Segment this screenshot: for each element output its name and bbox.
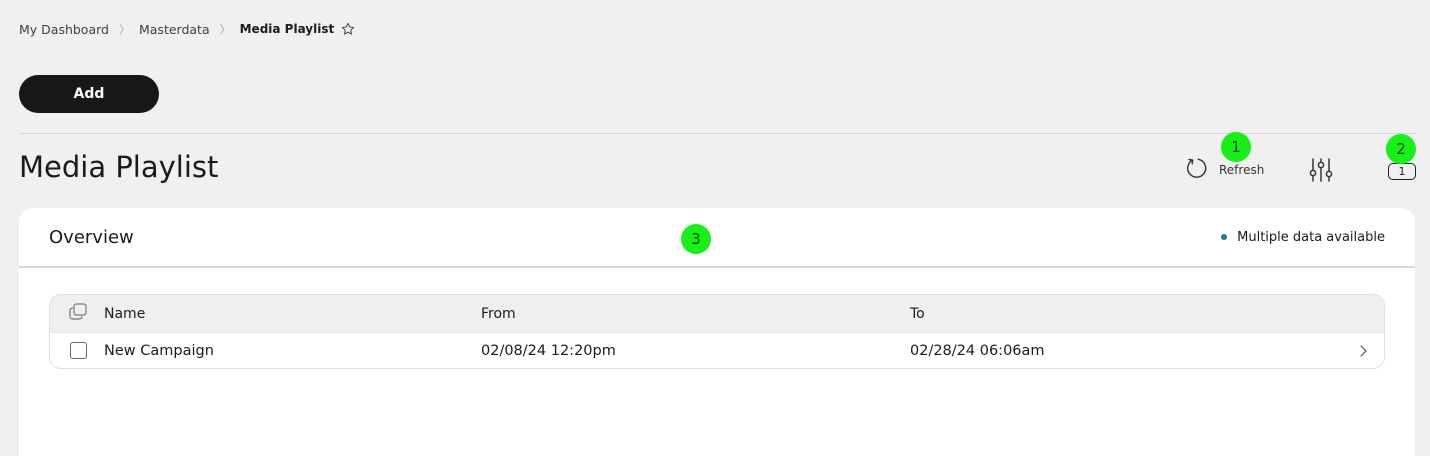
data-table: Name From To New Campaign 02/08/24 12:20… — [49, 294, 1385, 369]
refresh-icon — [1184, 156, 1208, 184]
cell-to: 02/28/24 06:06am — [910, 342, 1045, 359]
breadcrumb: My Dashboard 〉 Masterdata 〉 Media Playli… — [19, 20, 356, 38]
row-checkbox-cell — [50, 342, 104, 359]
count-badge[interactable]: 1 — [1388, 163, 1416, 180]
star-icon[interactable] — [340, 21, 356, 37]
overview-panel: Overview Multiple data available Name Fr… — [19, 208, 1415, 456]
cell-name: New Campaign — [104, 342, 214, 359]
divider — [19, 133, 1415, 134]
status-dot — [1221, 234, 1228, 240]
select-all-toggle[interactable] — [50, 302, 104, 325]
breadcrumb-masterdata[interactable]: Masterdata — [139, 22, 210, 37]
column-header-to[interactable]: To — [910, 306, 1384, 322]
breadcrumb-my-dashboard[interactable]: My Dashboard — [19, 22, 109, 37]
panel-header: Overview Multiple data available — [19, 208, 1415, 268]
breadcrumb-separator: 〉 — [118, 23, 130, 36]
table-row[interactable]: New Campaign 02/08/24 12:20pm 02/28/24 0… — [50, 332, 1384, 368]
add-button[interactable]: Add — [19, 75, 159, 113]
sliders-icon[interactable] — [1308, 157, 1334, 183]
annotation-marker-2: 2 — [1386, 134, 1416, 164]
page-title: Media Playlist — [19, 150, 219, 184]
table-header: Name From To — [50, 295, 1384, 332]
column-header-from[interactable]: From — [481, 306, 910, 322]
chevron-right-icon[interactable] — [1358, 344, 1368, 362]
breadcrumb-current: Media Playlist — [239, 22, 335, 36]
copy-icon — [68, 302, 88, 325]
cell-from: 02/08/24 12:20pm — [481, 342, 616, 359]
refresh-button[interactable]: Refresh — [1184, 158, 1264, 182]
panel-title: Overview — [49, 226, 134, 248]
status-text: Multiple data available — [1237, 229, 1385, 245]
breadcrumb-separator: 〉 — [219, 23, 231, 36]
annotation-marker-3: 3 — [681, 224, 711, 254]
status-indicator: Multiple data available — [1221, 230, 1385, 245]
row-checkbox[interactable] — [69, 342, 87, 359]
annotation-marker-1: 1 — [1221, 132, 1251, 162]
column-header-name[interactable]: Name — [104, 306, 481, 322]
refresh-label: Refresh — [1219, 163, 1265, 177]
